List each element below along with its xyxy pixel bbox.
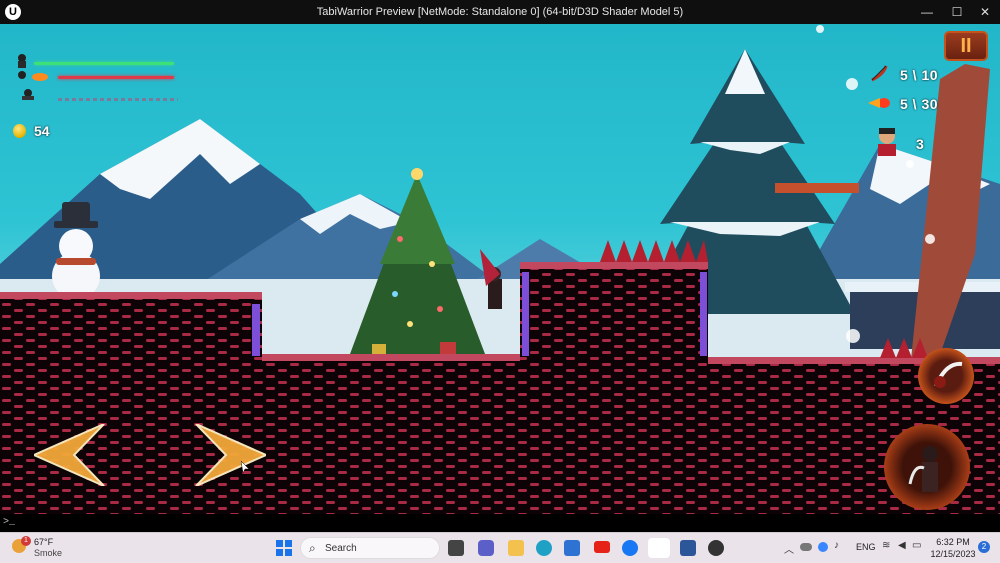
health-bar [34,62,174,65]
platform-center [520,264,708,514]
energy-bar [58,76,174,79]
ground-mid-edge [262,354,524,361]
facebook-icon[interactable] [622,540,638,556]
minimize-button[interactable]: — [912,0,942,24]
taskbar-search[interactable]: ⌕ Search [300,537,440,559]
unreal-taskbar-icon[interactable] [648,538,670,558]
platform-center-pillar-left [522,272,529,356]
maximize-button[interactable]: ☐ [942,0,972,24]
defender-icon[interactable] [818,542,828,552]
notification-badge[interactable]: 2 [978,541,990,553]
close-button[interactable]: ✕ [970,0,1000,24]
weather-condition: Smoke [34,548,63,558]
gift-box [440,342,456,354]
platform-center-edge [520,262,708,269]
platform-left-pillar [252,304,260,356]
coin-icon [13,124,26,138]
platform-left-edge [0,292,262,299]
battery-icon[interactable]: ▭ [912,540,921,551]
volume-icon[interactable]: ◀ [898,540,906,551]
floating-platform [775,183,859,193]
search-icon: ⌕ [309,541,316,555]
christmas-star [411,168,423,180]
fireball-ammo: 5 \ 30 [900,96,939,112]
warrior-portrait-icon [874,126,900,156]
clock-time[interactable]: 6:32 PM [932,537,974,547]
snowman-head [59,229,93,263]
window-title: TabiWarrior Preview [NetMode: Standalone… [316,6,684,18]
youtube-icon[interactable] [594,541,610,553]
move-right-button[interactable] [186,423,269,487]
coin-counter: 54 [34,123,50,139]
special-bar [58,98,178,101]
gift-box [372,344,386,354]
pause-button[interactable]: II [944,31,988,61]
ninja-avatar-icon [14,54,30,68]
bow-icon [868,64,890,82]
tray-chevron-icon[interactable]: ︿ [784,541,794,556]
language-indicator[interactable]: ENG [856,542,876,552]
clock-date[interactable]: 12/15/2023 [930,549,976,559]
teams-icon[interactable] [478,540,494,556]
mouse-cursor-icon [240,460,250,474]
search-label: Search [325,543,357,554]
edge-icon[interactable] [536,540,552,556]
wifi-icon[interactable]: ≋ [882,540,890,551]
fireball-icon [868,96,892,110]
mic-icon[interactable]: ♪ [834,540,839,551]
word-icon[interactable] [680,540,696,556]
weather-badge: 1 [21,536,31,546]
console-input[interactable]: >_ [0,514,1000,532]
store-icon[interactable] [564,540,580,556]
dash-warrior-icon [18,88,34,102]
move-left-button[interactable] [31,423,114,487]
snowman-hat-top [62,202,90,224]
task-view-icon[interactable] [448,540,464,556]
platform-center-pillar-right [700,272,707,356]
ground-mid [262,356,524,514]
onedrive-icon[interactable] [800,543,812,551]
arrows-ammo: 5 \ 10 [900,67,939,83]
weather-temp: 67°F [34,537,54,547]
file-explorer-icon[interactable] [508,540,524,556]
lives-counter: 3 [916,136,925,152]
fire-warrior-icon [14,70,48,84]
game-viewport[interactable]: 54 5 \ 10 5 \ 30 3 II [0,24,1000,514]
windows-start-icon[interactable] [276,540,292,556]
jump-button[interactable] [884,424,970,510]
obs-icon[interactable] [708,540,724,556]
snowman-scarf [56,258,96,265]
window-titlebar: U TabiWarrior Preview [NetMode: Standalo… [0,0,1000,24]
taskbar: 1 67°F Smoke ⌕ Search ︿ ♪ ENG ≋ ◀ ▭ 6:32… [0,532,1000,563]
attack-skill-button[interactable] [918,348,974,404]
